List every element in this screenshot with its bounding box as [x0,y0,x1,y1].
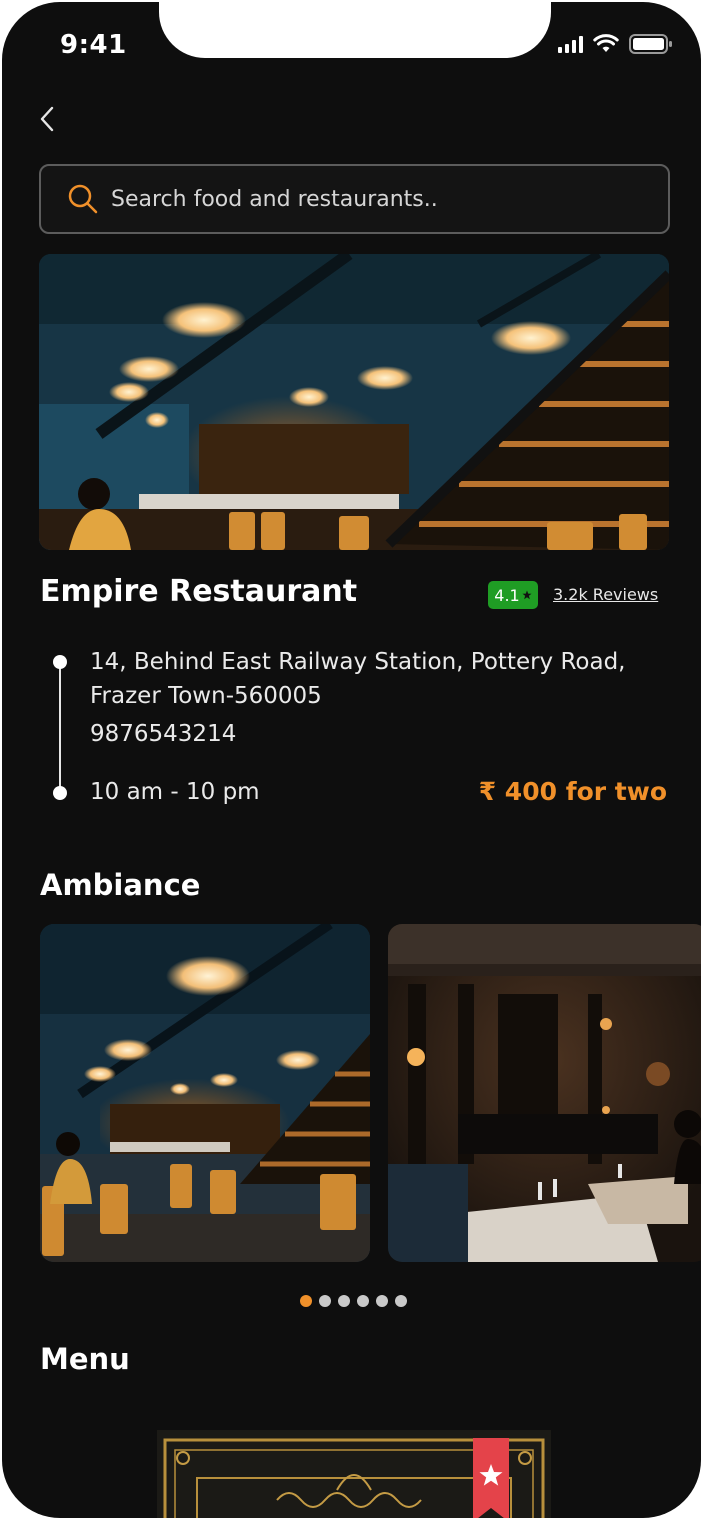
address-line-2: Frazer Town-560005 [90,683,322,709]
wifi-icon [593,34,619,52]
device-notch [159,2,551,58]
back-chevron-icon[interactable] [36,102,64,136]
phone-screen: 9:41 Search food and restaurants.. Empir… [2,2,701,1518]
carousel-dot[interactable] [338,1295,350,1307]
menu-card-image[interactable] [157,1430,551,1518]
bookmark-star-icon[interactable] [473,1438,509,1518]
star-icon [522,590,532,600]
status-icons [558,34,673,54]
carousel-dot[interactable] [300,1295,312,1307]
timeline-line [59,663,61,794]
menu-heading: Menu [40,1342,130,1376]
carousel-dot[interactable] [395,1295,407,1307]
ambiance-heading: Ambiance [40,868,201,902]
carousel-dot[interactable] [319,1295,331,1307]
carousel-dot[interactable] [376,1295,388,1307]
rating-value: 4.1 [494,585,520,605]
phone-number[interactable]: 9876543214 [90,716,236,752]
carousel-dot[interactable] [357,1295,369,1307]
rating-badge: 4.1 [488,581,538,609]
address-line-1: 14, Behind East Railway Station, Pottery… [90,649,626,675]
restaurant-name: Empire Restaurant [40,574,358,609]
timeline-dot-hours [53,786,67,800]
reviews-link[interactable]: 3.2k Reviews [553,585,658,604]
ambiance-image-1[interactable] [40,924,370,1262]
restaurant-hero-image [39,254,669,550]
ambiance-image-2[interactable] [388,924,701,1262]
price-for-two: ₹ 400 for two [478,777,667,806]
opening-hours: 10 am - 10 pm [90,779,260,805]
battery-icon [629,34,672,54]
search-icon [68,184,98,214]
timeline-dot-address [53,655,67,669]
status-time: 9:41 [60,30,127,60]
search-input[interactable] [111,186,631,212]
search-bar[interactable] [39,164,670,234]
carousel-indicator [300,1295,407,1307]
cellular-signal-icon [558,35,583,53]
